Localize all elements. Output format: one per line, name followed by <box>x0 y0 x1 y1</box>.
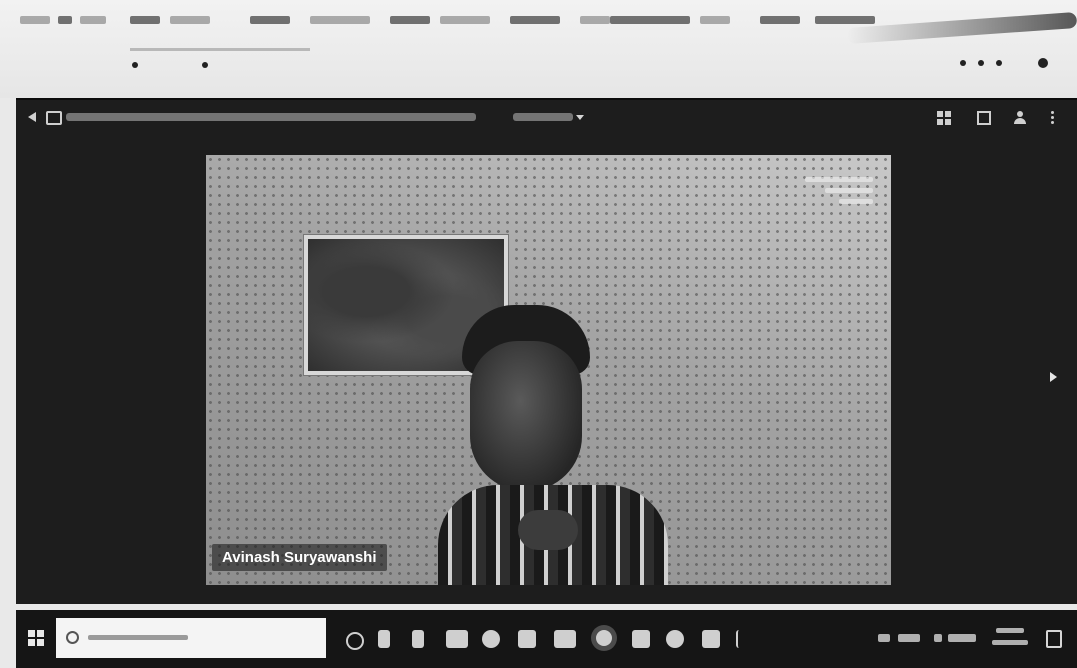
address-bar[interactable] <box>20 40 1070 80</box>
bookmark-item[interactable] <box>440 16 490 24</box>
bookmark-item[interactable] <box>815 16 875 24</box>
app-icon[interactable] <box>666 630 684 648</box>
app-icon[interactable] <box>412 630 424 648</box>
tray-icon[interactable] <box>934 634 942 642</box>
tab-icon[interactable] <box>132 62 138 68</box>
bookmark-item[interactable] <box>170 16 210 24</box>
meeting-icon <box>46 111 62 125</box>
tray-icon[interactable] <box>948 634 976 642</box>
meeting-topbar <box>16 100 1077 136</box>
browser-chrome <box>0 0 1077 98</box>
app-icon[interactable] <box>736 630 748 648</box>
bookmark-item[interactable] <box>250 16 290 24</box>
app-icon[interactable] <box>518 630 536 648</box>
app-icon[interactable] <box>554 630 576 648</box>
bookmark-item[interactable] <box>58 16 72 24</box>
bookmark-item[interactable] <box>510 16 560 24</box>
task-view-icon[interactable] <box>346 632 364 650</box>
layout-menu-blur <box>513 113 573 121</box>
windows-taskbar <box>16 610 1077 668</box>
tray-icon[interactable] <box>878 634 890 642</box>
participant-face <box>470 341 582 491</box>
bookmark-item[interactable] <box>700 16 730 24</box>
video-corner-overlay <box>805 177 873 207</box>
extension-icon[interactable] <box>960 60 966 66</box>
next-page-icon[interactable] <box>1050 372 1057 382</box>
chevron-down-icon[interactable] <box>576 115 584 120</box>
bookmark-item[interactable] <box>130 16 160 24</box>
bookmark-item[interactable] <box>760 16 800 24</box>
bookmark-item[interactable] <box>310 16 370 24</box>
bookmark-item[interactable] <box>610 16 690 24</box>
app-icon[interactable] <box>482 630 500 648</box>
app-icon[interactable] <box>596 630 612 646</box>
taskbar-search-input[interactable] <box>56 618 326 658</box>
meeting-window: Avinash Suryawanshi <box>16 98 1077 604</box>
address-text[interactable] <box>130 48 310 51</box>
bookmark-item[interactable] <box>580 16 610 24</box>
clock-date-blur <box>992 640 1028 645</box>
participants-icon[interactable] <box>1013 111 1027 125</box>
tab-icon[interactable] <box>202 62 208 68</box>
participant-video-tile[interactable]: Avinash Suryawanshi <box>206 155 891 585</box>
app-icon[interactable] <box>702 630 720 648</box>
back-arrow-icon[interactable] <box>28 112 36 122</box>
participant-hand <box>518 510 578 550</box>
extension-icon[interactable] <box>996 60 1002 66</box>
start-icon[interactable] <box>28 630 44 646</box>
more-options-icon[interactable] <box>1051 111 1055 125</box>
grid-view-icon[interactable] <box>937 111 951 125</box>
search-icon <box>66 631 79 644</box>
participant-name-label: Avinash Suryawanshi <box>212 544 387 571</box>
profile-icon[interactable] <box>1038 58 1048 68</box>
bookmark-item[interactable] <box>390 16 430 24</box>
layout-icon[interactable] <box>977 111 991 125</box>
extension-icon[interactable] <box>978 60 984 66</box>
tray-icon[interactable] <box>898 634 920 642</box>
bookmark-item[interactable] <box>80 16 106 24</box>
bookmark-item[interactable] <box>20 16 50 24</box>
search-placeholder-blur <box>88 635 188 640</box>
app-icon[interactable] <box>446 630 468 648</box>
participant-figure <box>438 305 668 585</box>
app-icon[interactable] <box>378 630 390 648</box>
meeting-title-blur <box>66 113 476 121</box>
app-icon[interactable] <box>632 630 650 648</box>
notification-icon[interactable] <box>1046 630 1062 648</box>
clock-time-blur <box>996 628 1024 633</box>
